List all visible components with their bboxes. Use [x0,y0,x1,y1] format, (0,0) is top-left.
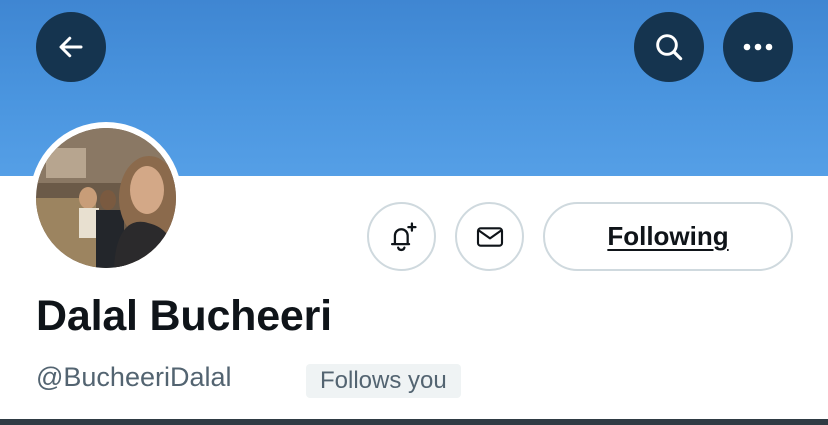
following-label: Following [607,221,729,251]
notifications-button[interactable] [367,202,436,271]
search-icon [656,34,683,61]
more-options-button[interactable] [723,12,793,82]
arrow-left-icon [59,36,83,58]
envelope-icon [476,226,503,247]
user-handle: @BucheeriDalal [36,362,232,392]
bottom-divider [0,419,828,425]
following-button[interactable]: Following [543,202,793,271]
display-name: Dalal Bucheeri [36,292,332,340]
avatar-photo [36,128,176,268]
follows-you-label: Follows you [320,367,447,394]
more-horizontal-icon [743,43,773,51]
search-button[interactable] [634,12,704,82]
avatar[interactable] [30,122,182,274]
back-button[interactable] [36,12,106,82]
message-button[interactable] [455,202,524,271]
bell-plus-icon [390,221,417,251]
follows-you-badge: Follows you [306,364,461,398]
